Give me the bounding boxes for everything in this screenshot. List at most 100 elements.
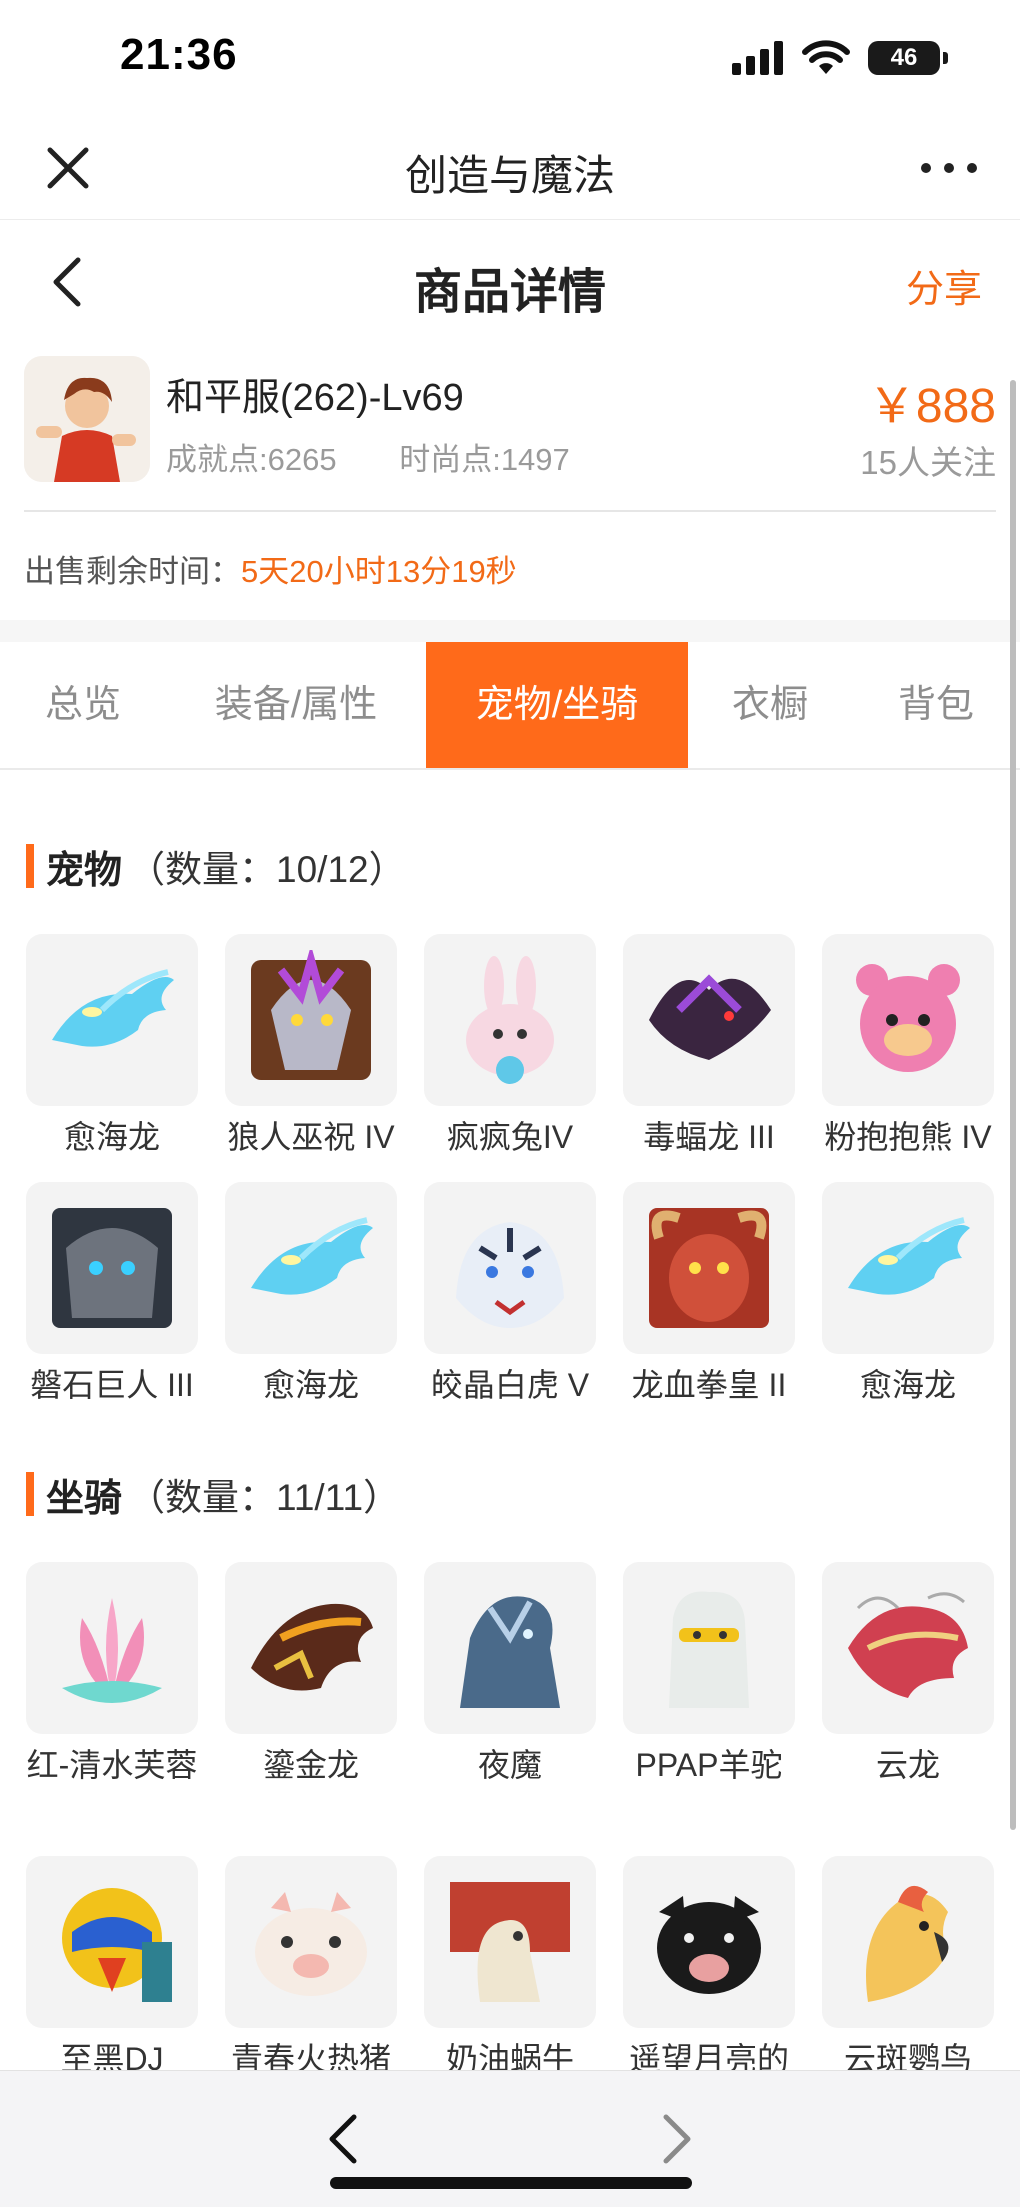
- tab-equipment[interactable]: 装备/属性: [166, 642, 426, 768]
- pet-thumbnail: [623, 1182, 795, 1354]
- divider: [24, 510, 996, 512]
- tab-overview[interactable]: 总览: [0, 642, 166, 768]
- share-button[interactable]: 分享: [906, 258, 982, 313]
- pet-thumbnail: [225, 934, 397, 1106]
- pet-name: 磐石巨人 III: [30, 1367, 194, 1403]
- pet-thumbnail: [424, 1182, 596, 1354]
- product-summary: 和平服(262)-Lv69 成就点:6265 时尚点:1497 ￥888 15人…: [0, 350, 1020, 510]
- tab-wardrobe[interactable]: 衣橱: [688, 642, 852, 768]
- pet-item[interactable]: 龙血拳皇 II: [623, 1182, 795, 1408]
- mount-thumbnail: [26, 1856, 198, 2028]
- lotus-icon: [62, 1598, 162, 1703]
- mount-thumbnail: [623, 1562, 795, 1734]
- rock-giant-icon: [52, 1208, 172, 1328]
- pet-thumbnail: [424, 934, 596, 1106]
- pet-item[interactable]: 粉抱抱熊 IV: [822, 934, 994, 1160]
- sale-timer: 出售剩余时间：5天20小时13分19秒: [24, 546, 517, 591]
- mount-item[interactable]: 至黑DJ: [26, 1856, 198, 2082]
- mounts-title: 坐骑: [46, 1477, 123, 1520]
- pig-icon: [255, 1892, 367, 1996]
- mounts-section-title: 坐骑 （数量：11/11）: [26, 1470, 401, 1520]
- mount-item[interactable]: 遥望月亮的: [623, 1856, 795, 2082]
- follower-count: 15人关注: [860, 444, 996, 481]
- product-price: ￥888: [867, 380, 996, 433]
- app-title: 创造与魔法: [404, 152, 615, 199]
- section-gap: [0, 620, 1020, 642]
- tab-pets-mounts[interactable]: 宠物/坐骑: [426, 642, 688, 768]
- more-icon[interactable]: [914, 140, 984, 196]
- mount-thumbnail: [623, 1856, 795, 2028]
- pet-item[interactable]: 愈海龙: [225, 1182, 397, 1408]
- wifi-icon: [802, 40, 850, 74]
- pet-thumbnail: [623, 934, 795, 1106]
- pet-name: 愈海龙: [63, 1119, 160, 1155]
- mount-thumbnail: [424, 1562, 596, 1734]
- pet-item[interactable]: 愈海龙: [822, 1182, 994, 1408]
- page-header: 商品详情 分享: [0, 222, 1020, 342]
- mount-item[interactable]: 奶油蜗牛: [424, 1856, 596, 2082]
- crazy-rabbit-icon: [466, 956, 554, 1084]
- mount-thumbnail: [26, 1562, 198, 1734]
- crystal-white-tiger-icon: [456, 1222, 564, 1328]
- tab-backpack[interactable]: 背包: [852, 642, 1020, 768]
- app-header: 创造与魔法: [0, 120, 1020, 220]
- cream-snail-icon: [450, 1882, 570, 2002]
- mount-item[interactable]: 青春火热猪: [225, 1856, 397, 2082]
- status-time: 21:36: [120, 30, 238, 79]
- pet-thumbnail: [26, 934, 198, 1106]
- mount-thumbnail: [424, 1856, 596, 2028]
- nav-back-icon[interactable]: [322, 2111, 366, 2167]
- pet-name: 粉抱抱熊 IV: [824, 1119, 992, 1155]
- mount-item[interactable]: 云龙: [822, 1562, 994, 1788]
- mount-item[interactable]: 鎏金龙: [225, 1562, 397, 1788]
- ice-dragon-icon: [52, 969, 174, 1047]
- product-name: 和平服(262)-Lv69: [166, 377, 464, 419]
- mount-name: PPAP羊驼: [635, 1747, 783, 1783]
- mount-thumbnail: [822, 1562, 994, 1734]
- pet-item[interactable]: 疯疯兔IV: [424, 934, 596, 1160]
- achievement-points: 成就点:6265: [166, 442, 337, 477]
- pet-name: 疯疯兔IV: [446, 1119, 574, 1155]
- character-avatar: [24, 356, 150, 482]
- timer-value: 5天20小时13分19秒: [241, 554, 517, 589]
- alpaca-icon: [669, 1591, 749, 1708]
- status-bar: 21:36 46: [0, 0, 1020, 120]
- pet-item[interactable]: 狼人巫祝 IV: [225, 934, 397, 1160]
- mount-thumbnail: [225, 1856, 397, 2028]
- home-indicator[interactable]: [330, 2177, 692, 2189]
- cellular-signal-icon: [732, 41, 783, 75]
- nav-forward-icon[interactable]: [654, 2111, 698, 2167]
- mount-name: 夜魔: [477, 1747, 542, 1783]
- ice-dragon-icon: [848, 1217, 970, 1295]
- character-icon: [24, 356, 150, 482]
- mounts-count: （数量：11/11）: [128, 1477, 401, 1518]
- pets-section-title: 宠物 （数量：10/12）: [26, 842, 406, 892]
- cloud-dragon-icon: [848, 1592, 968, 1698]
- pet-name: 龙血拳皇 II: [631, 1367, 787, 1403]
- gilded-dragon-icon: [251, 1603, 373, 1691]
- pet-thumbnail: [26, 1182, 198, 1354]
- pet-item[interactable]: 皎晶白虎 V: [424, 1182, 596, 1408]
- black-pig-icon: [657, 1896, 761, 1994]
- night-demon-icon: [460, 1596, 560, 1708]
- pet-item[interactable]: 愈海龙: [26, 934, 198, 1160]
- mount-item[interactable]: 红-清水芙蓉: [26, 1562, 198, 1788]
- fashion-points: 时尚点:1497: [399, 442, 570, 477]
- dj-helmet-icon: [62, 1888, 172, 2002]
- mount-item[interactable]: PPAP羊驼: [623, 1562, 795, 1788]
- timer-label: 出售剩余时间：: [24, 554, 241, 589]
- pet-item[interactable]: 磐石巨人 III: [26, 1182, 198, 1408]
- mount-item[interactable]: 夜魔: [424, 1562, 596, 1788]
- status-icons: 46: [732, 40, 948, 76]
- pet-thumbnail: [822, 934, 994, 1106]
- ice-dragon-icon: [251, 1217, 373, 1295]
- tab-bar: 总览 装备/属性 宠物/坐骑 衣橱 背包: [0, 642, 1020, 770]
- pet-item[interactable]: 毒蝠龙 III: [623, 934, 795, 1160]
- pet-thumbnail: [822, 1182, 994, 1354]
- pet-name: 狼人巫祝 IV: [227, 1119, 395, 1155]
- pets-count: （数量：10/12）: [128, 849, 406, 890]
- pet-thumbnail: [225, 1182, 397, 1354]
- mount-item[interactable]: 云斑鹦鸟: [822, 1856, 994, 2082]
- mount-name: 鎏金龙: [262, 1747, 359, 1783]
- scrollbar[interactable]: [1010, 380, 1016, 1830]
